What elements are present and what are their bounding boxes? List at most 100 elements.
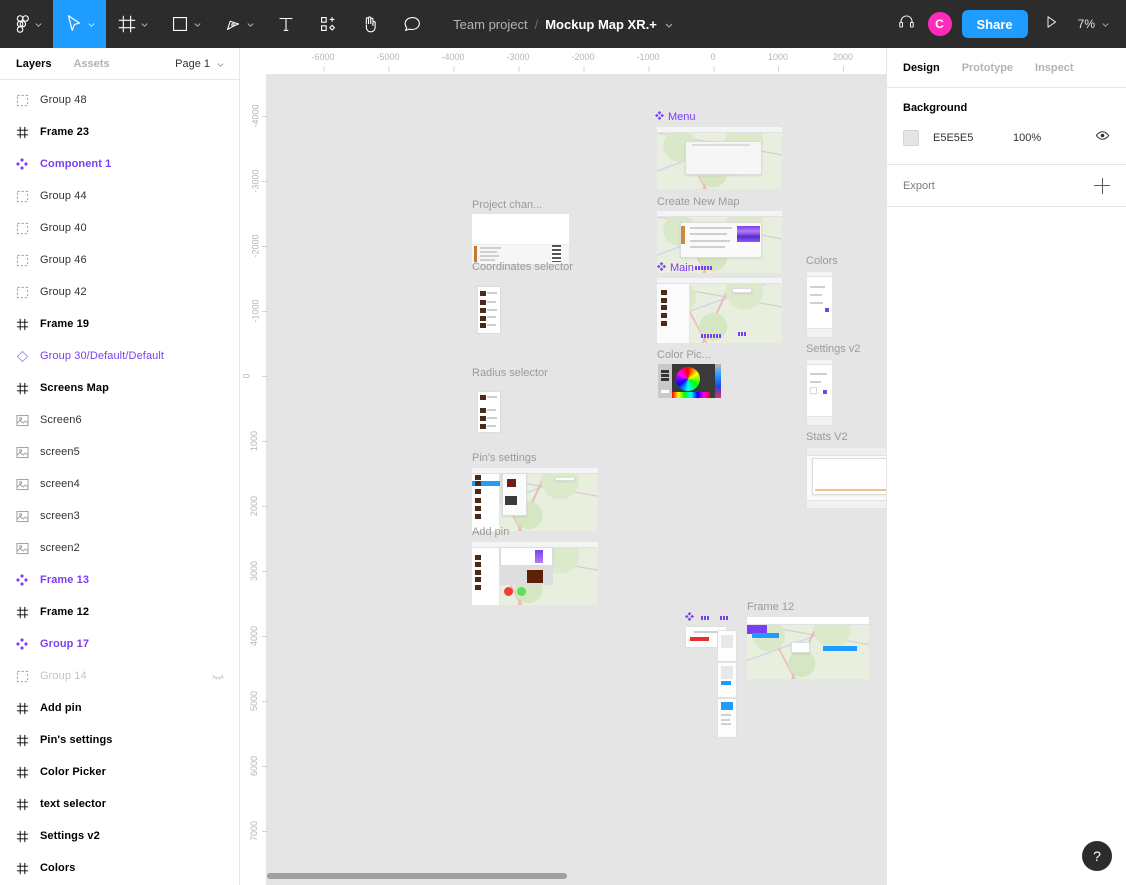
- breadcrumb-team[interactable]: Team project: [453, 17, 527, 32]
- layer-row[interactable]: Pin's settings: [0, 724, 239, 756]
- help-button[interactable]: ?: [1082, 841, 1112, 871]
- layer-row[interactable]: Settings v2: [0, 820, 239, 852]
- layer-row[interactable]: Frame 19: [0, 308, 239, 340]
- layer-row[interactable]: Group 14: [0, 660, 239, 692]
- figma-menu-button[interactable]: [0, 0, 53, 48]
- layer-row[interactable]: Group 46: [0, 244, 239, 276]
- thumbnail-main[interactable]: [657, 278, 782, 343]
- layer-row[interactable]: Group 44: [0, 180, 239, 212]
- hand-tool-icon: [359, 13, 381, 35]
- group-icon: [14, 252, 30, 268]
- toolbar-right-actions: C Share 7%: [890, 0, 1126, 48]
- comment-tool-button[interactable]: [391, 0, 433, 48]
- frame-label-component-cluster[interactable]: [685, 612, 728, 624]
- thumbnail-mini-2[interactable]: [717, 662, 737, 698]
- frame-label-radius-selector[interactable]: Radius selector: [472, 367, 548, 379]
- layer-row[interactable]: screen2: [0, 532, 239, 564]
- hand-tool-button[interactable]: [349, 0, 391, 48]
- breadcrumb-file-name[interactable]: Mockup Map XR.+: [545, 17, 657, 32]
- layer-row[interactable]: Frame 13: [0, 564, 239, 596]
- layer-name: Screen6: [40, 414, 82, 426]
- layer-row[interactable]: Screens Map: [0, 372, 239, 404]
- zoom-control[interactable]: 7%: [1068, 17, 1116, 31]
- frame-label-colors[interactable]: Colors: [806, 255, 838, 267]
- thumbnail-frame-12[interactable]: [747, 617, 869, 679]
- canvas-surface[interactable]: Menu Create New Map Project chan... Main…: [265, 74, 886, 885]
- pen-tool-button[interactable]: [212, 0, 265, 48]
- layer-name: Group 42: [40, 286, 87, 298]
- tab-design[interactable]: Design: [903, 62, 940, 74]
- frame-label-project-chan[interactable]: Project chan...: [472, 199, 542, 211]
- background-visibility-toggle[interactable]: [1094, 130, 1110, 146]
- tab-prototype[interactable]: Prototype: [962, 62, 1013, 74]
- frame-label-color-picker[interactable]: Color Pic...: [657, 349, 711, 361]
- layer-row[interactable]: Screen6: [0, 404, 239, 436]
- image-icon: [14, 444, 30, 460]
- thumbnail-add-pin[interactable]: [472, 542, 598, 605]
- thumbnail-colors[interactable]: [806, 271, 833, 338]
- layer-row[interactable]: Group 42: [0, 276, 239, 308]
- frame-label-stats-v2[interactable]: Stats V2: [806, 431, 848, 443]
- layer-row[interactable]: Component 1: [0, 148, 239, 180]
- layer-row[interactable]: Group 48: [0, 84, 239, 116]
- page-selector[interactable]: Page 1: [175, 48, 225, 80]
- layer-row[interactable]: screen4: [0, 468, 239, 500]
- text-tool-button[interactable]: [265, 0, 307, 48]
- layer-row[interactable]: Add pin: [0, 692, 239, 724]
- layer-row[interactable]: text selector: [0, 788, 239, 820]
- thumbnail-settings-v2[interactable]: [806, 359, 833, 426]
- layer-row[interactable]: screen5: [0, 436, 239, 468]
- thumbnail-coordinates-selector[interactable]: [477, 286, 501, 334]
- variant-icon: [14, 348, 30, 364]
- frame-label-pins-settings[interactable]: Pin's settings: [472, 452, 536, 464]
- layer-row[interactable]: Frame 12: [0, 596, 239, 628]
- background-hex-value[interactable]: E5E5E5: [933, 132, 1013, 144]
- present-button[interactable]: [1034, 0, 1068, 48]
- frame-label-menu[interactable]: Menu: [655, 111, 696, 123]
- frame-label-frame-12[interactable]: Frame 12: [747, 601, 794, 613]
- frame-icon: [14, 124, 30, 140]
- eye-closed-icon[interactable]: [211, 660, 225, 692]
- layer-row[interactable]: Group 30/Default/Default: [0, 340, 239, 372]
- tab-inspect[interactable]: Inspect: [1035, 62, 1074, 74]
- background-opacity-value[interactable]: 100%: [1013, 132, 1094, 144]
- headphones-button[interactable]: [890, 0, 924, 48]
- frame-label-add-pin[interactable]: Add pin: [472, 526, 509, 538]
- shape-tool-button[interactable]: [159, 0, 212, 48]
- share-button[interactable]: Share: [961, 10, 1028, 38]
- avatar[interactable]: C: [927, 12, 952, 36]
- layer-row[interactable]: Group 17: [0, 628, 239, 660]
- chevron-down-icon: [193, 20, 202, 29]
- move-tool-button[interactable]: [53, 0, 106, 48]
- thumbnail-menu[interactable]: [657, 127, 782, 189]
- thumbnail-mini-1[interactable]: [717, 630, 737, 662]
- layer-name: Add pin: [40, 702, 82, 714]
- canvas-horizontal-scrollbar[interactable]: [267, 873, 567, 879]
- frame-label-create-new-map[interactable]: Create New Map: [657, 196, 740, 208]
- thumbnail-color-picker[interactable]: [658, 364, 721, 398]
- frame-tool-button[interactable]: [106, 0, 159, 48]
- background-color-swatch[interactable]: [903, 130, 919, 146]
- thumbnail-pins-settings[interactable]: [472, 468, 598, 531]
- tab-assets[interactable]: Assets: [73, 58, 109, 70]
- thumbnail-stats-v2[interactable]: [806, 447, 886, 509]
- layers-list[interactable]: Group 48 Frame 23 Component 1 Group 44 Group…: [0, 80, 239, 885]
- file-menu-chevron-down-icon[interactable]: [664, 20, 673, 29]
- thumbnail-radius-selector[interactable]: [477, 391, 501, 433]
- layer-row[interactable]: screen3: [0, 500, 239, 532]
- ruler-tick-h: -3000: [506, 52, 530, 72]
- tab-layers[interactable]: Layers: [16, 58, 51, 70]
- thumbnail-project-change[interactable]: [472, 214, 569, 264]
- frame-label-settings-v2[interactable]: Settings v2: [806, 343, 860, 355]
- layer-row[interactable]: Frame 23: [0, 116, 239, 148]
- plus-icon[interactable]: [1094, 177, 1110, 194]
- layer-row[interactable]: Group 40: [0, 212, 239, 244]
- resources-button[interactable]: [307, 0, 349, 48]
- frame-label-main[interactable]: Main: [657, 262, 694, 274]
- thumbnail-mini-3[interactable]: [717, 698, 737, 738]
- layer-row[interactable]: Colors: [0, 852, 239, 884]
- layer-row[interactable]: Color Picker: [0, 756, 239, 788]
- canvas-area[interactable]: Menu Create New Map Project chan... Main…: [240, 48, 886, 885]
- frame-label-coordinates-selector[interactable]: Coordinates selector: [472, 261, 573, 273]
- frame-label-text: Main: [670, 262, 694, 274]
